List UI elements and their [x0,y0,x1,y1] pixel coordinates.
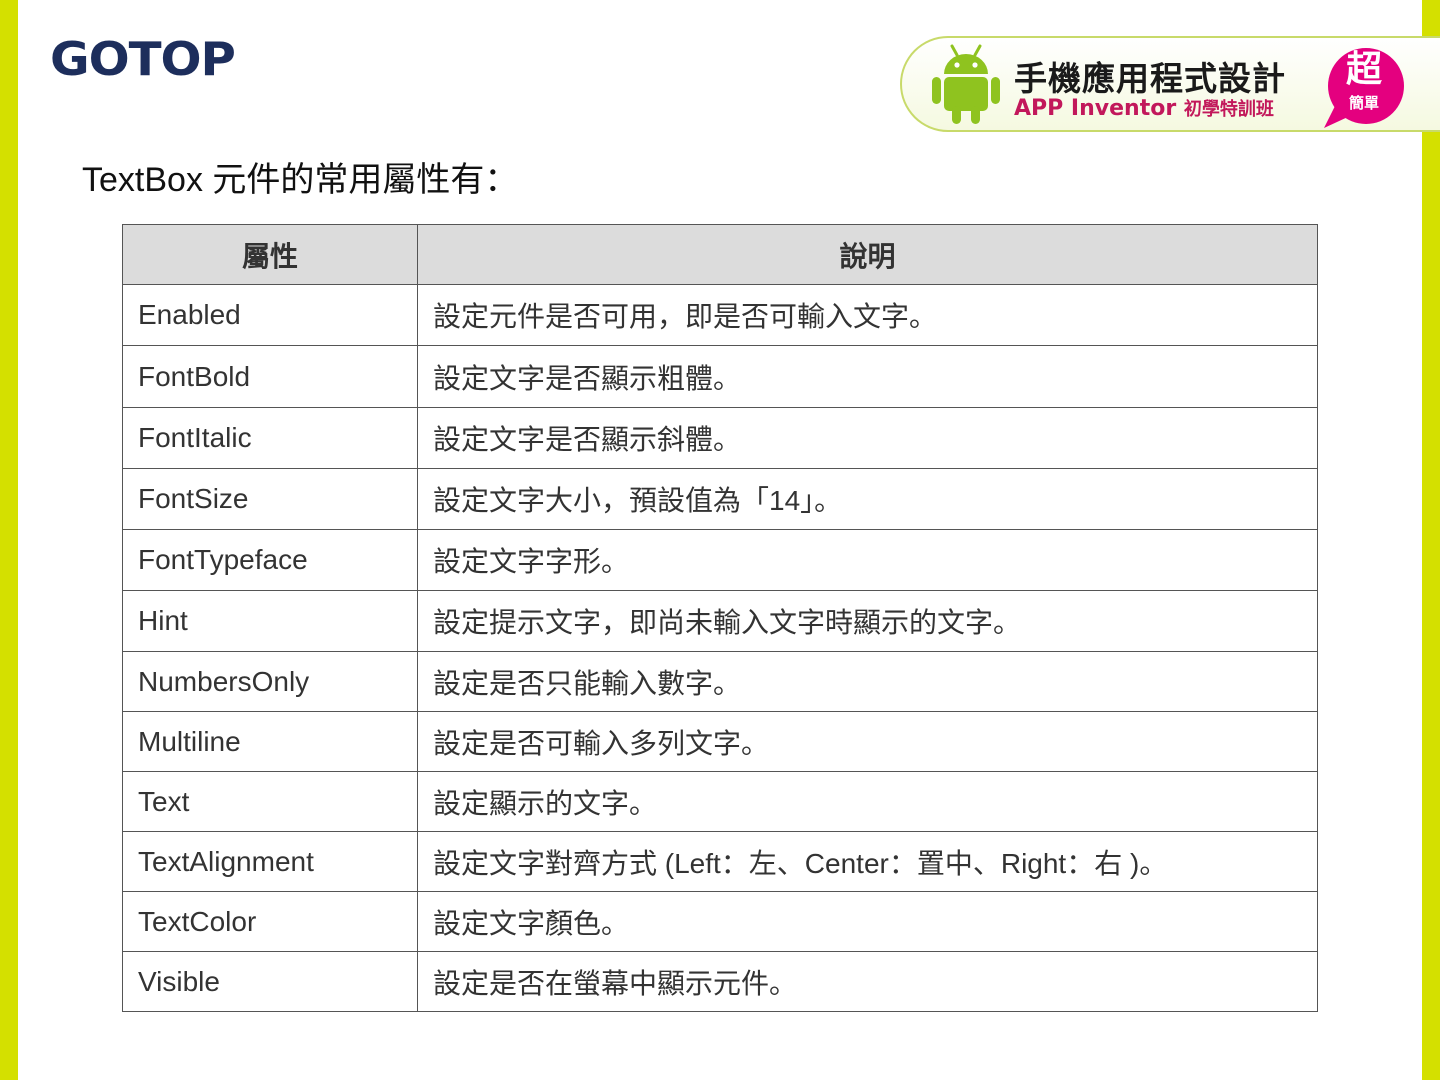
badge-sub-text: 簡單 [1348,94,1379,112]
description-cell: 設定文字是否顯示斜體。 [417,407,1318,469]
table-row: FontTypeface 設定文字字形。 [122,529,1318,591]
table-row: FontItalic 設定文字是否顯示斜體。 [122,407,1318,469]
properties-table: 屬性 說明 Enabled 設定元件是否可用，即是否可輸入文字。 FontBol… [122,224,1318,1012]
property-cell: FontTypeface [122,529,418,591]
column-header-description: 說明 [417,224,1318,285]
publisher-logo: GOTOP [50,32,236,86]
table-row: Enabled 設定元件是否可用，即是否可輸入文字。 [122,284,1318,346]
property-cell: FontSize [122,468,418,530]
android-robot-icon [932,44,1000,124]
description-cell: 設定顯示的文字。 [417,771,1318,832]
table-row: Multiline 設定是否可輸入多列文字。 [122,711,1318,772]
banner-title: 手機應用程式設計 [1014,59,1286,98]
property-cell: Enabled [122,284,418,346]
description-cell: 設定文字大小，預設值為「14」。 [417,468,1318,530]
table-row: Text 設定顯示的文字。 [122,771,1318,832]
slide-heading: TextBox 元件的常用屬性有： [82,161,519,199]
left-accent-bar [0,0,18,1080]
description-cell: 設定是否在螢幕中顯示元件。 [417,951,1318,1012]
table-row: NumbersOnly 設定是否只能輸入數字。 [122,651,1318,712]
table-row: TextAlignment 設定文字對齊方式 (Left：左、Center：置中… [122,831,1318,892]
table-row: TextColor 設定文字顏色。 [122,891,1318,952]
property-cell: Visible [122,951,418,1012]
description-cell: 設定文字顏色。 [417,891,1318,952]
banner-subtitle-en: APP Inventor [1014,96,1177,121]
property-cell: TextColor [122,891,418,952]
property-cell: TextAlignment [122,831,418,892]
property-cell: Hint [122,590,418,652]
description-cell: 設定文字對齊方式 (Left：左、Center：置中、Right：右 )。 [417,831,1318,892]
description-cell: 設定文字字形。 [417,529,1318,591]
table-row: Visible 設定是否在螢幕中顯示元件。 [122,951,1318,1012]
table-row: FontBold 設定文字是否顯示粗體。 [122,345,1318,408]
column-header-property: 屬性 [122,224,418,285]
description-cell: 設定文字是否顯示粗體。 [417,345,1318,408]
property-cell: Text [122,771,418,832]
property-cell: NumbersOnly [122,651,418,712]
table-row: Hint 設定提示文字，即尚未輸入文字時顯示的文字。 [122,590,1318,652]
table-row: FontSize 設定文字大小，預設值為「14」。 [122,468,1318,530]
banner-subtitle: APP Inventor 初學特訓班 [1014,95,1274,121]
description-cell: 設定是否可輸入多列文字。 [417,711,1318,772]
table-header-row: 屬性 說明 [122,224,1318,285]
banner-subtitle-zh: 初學特訓班 [1183,99,1274,120]
badge-main-text: 超 [1345,49,1382,90]
property-cell: FontBold [122,345,418,408]
right-accent-bar [1422,0,1440,1080]
description-cell: 設定是否只能輸入數字。 [417,651,1318,712]
property-cell: FontItalic [122,407,418,469]
description-cell: 設定提示文字，即尚未輸入文字時顯示的文字。 [417,590,1318,652]
property-cell: Multiline [122,711,418,772]
description-cell: 設定元件是否可用，即是否可輸入文字。 [417,284,1318,346]
